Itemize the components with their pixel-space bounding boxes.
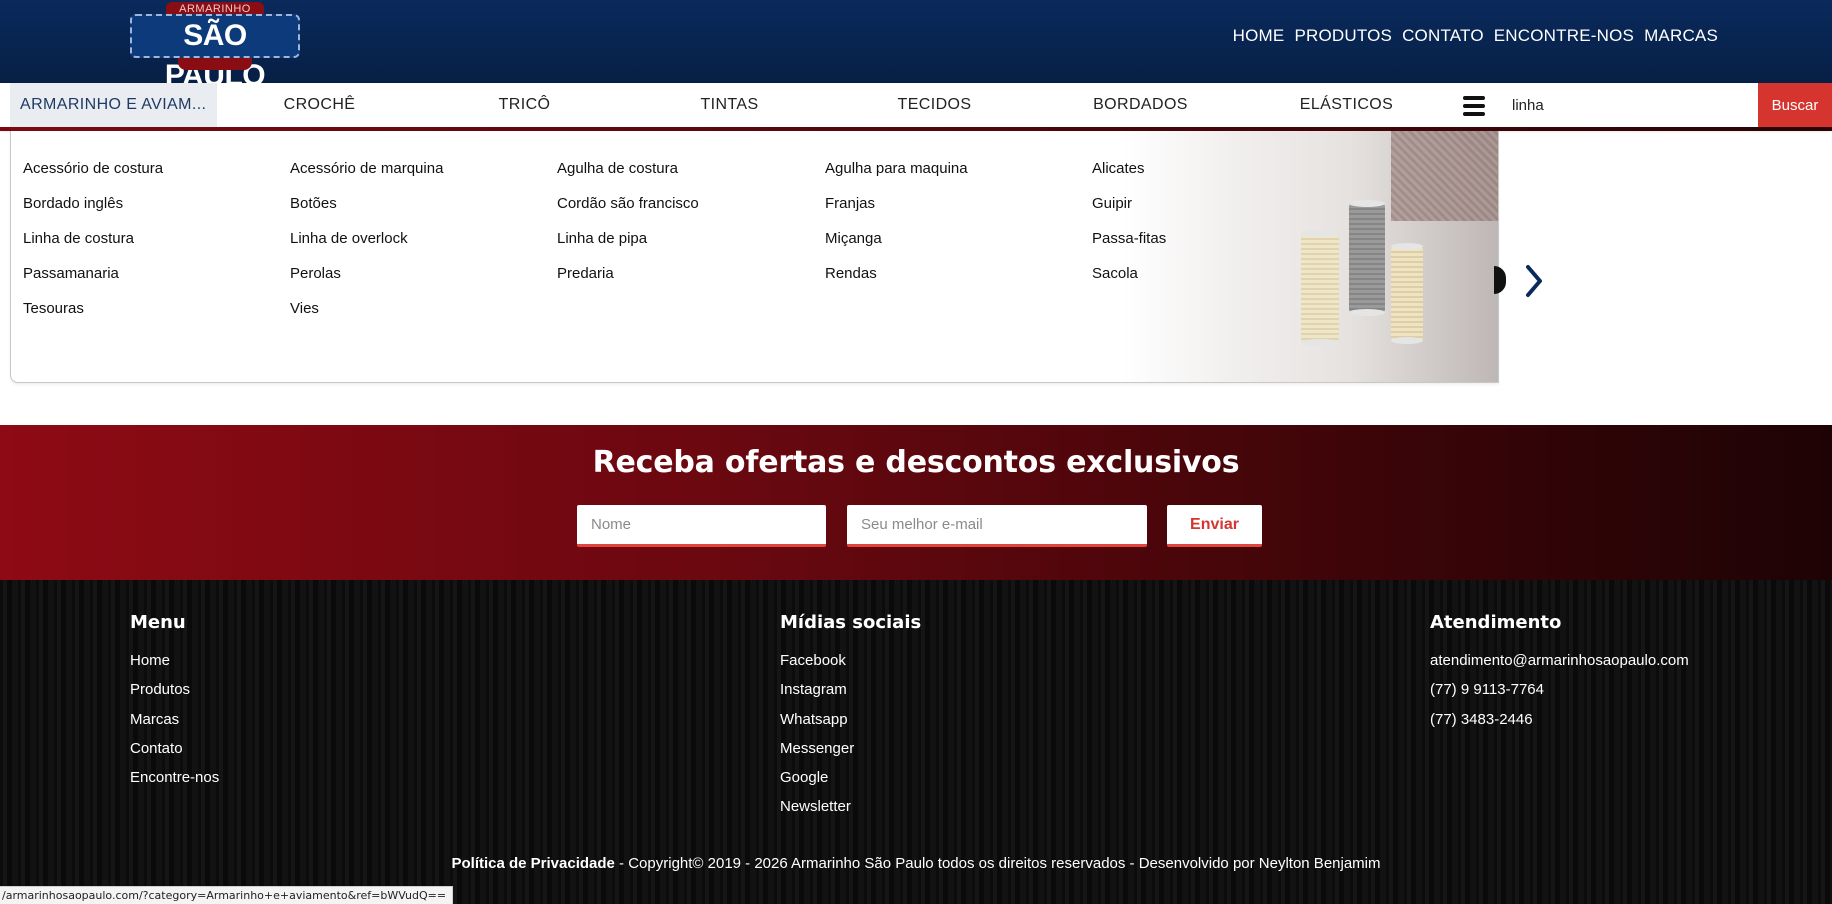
dropdown-item[interactable]: Acessório de costura — [23, 160, 163, 177]
dropdown-item[interactable]: Vies — [290, 300, 319, 317]
main-nav: HOME PRODUTOS CONTATO ENCONTRE-NOS MARCA… — [1233, 26, 1718, 46]
privacy-policy-link[interactable]: Política de Privacidade — [451, 855, 614, 872]
dropdown-item[interactable]: Linha de costura — [23, 230, 134, 247]
browser-status-url: /armarinhosaopaulo.com/?category=Armarin… — [0, 886, 454, 904]
logo-main-text: SÃO PAULO — [130, 14, 300, 92]
dropdown-item[interactable]: Perolas — [290, 265, 341, 282]
logo-ribbon — [178, 58, 252, 70]
footer-menu-title: Menu — [130, 612, 186, 633]
footer-support-title: Atendimento — [1430, 612, 1562, 633]
footer-link-marcas[interactable]: Marcas — [130, 711, 179, 728]
footer-link-home[interactable]: Home — [130, 652, 170, 669]
footer-link-produtos[interactable]: Produtos — [130, 681, 190, 698]
nav-encontre-nos[interactable]: ENCONTRE-NOS — [1494, 26, 1634, 46]
dropdown-item[interactable]: Sacola — [1092, 265, 1138, 282]
nav-contato[interactable]: CONTATO — [1402, 26, 1484, 46]
dropdown-item[interactable]: Linha de overlock — [290, 230, 408, 247]
dropdown-item[interactable]: Miçanga — [825, 230, 882, 247]
dropdown-item[interactable]: Linha de pipa — [557, 230, 647, 247]
newsletter-section: Receba ofertas e descontos exclusivos En… — [0, 425, 1832, 580]
dropdown-item[interactable]: Passamanaria — [23, 265, 119, 282]
newsletter-email-input[interactable] — [847, 505, 1147, 547]
footer-phone-landline[interactable]: (77) 3483-2446 — [1430, 711, 1533, 728]
dropdown-item[interactable]: Tesouras — [23, 300, 84, 317]
newsletter-submit-button[interactable]: Enviar — [1167, 505, 1262, 547]
spool-cream-small — [1391, 243, 1423, 344]
copyright-text: - Copyright© 2019 - 2026 Armarinho São P… — [614, 855, 1381, 872]
thread-spools-image — [1121, 131, 1498, 382]
category-dropdown: Acessório de costura Bordado inglês Linh… — [10, 131, 1499, 383]
search-input[interactable] — [1500, 83, 1758, 127]
fabric-texture — [1391, 131, 1498, 221]
dropdown-item[interactable]: Acessório de marquina — [290, 160, 443, 177]
dropdown-item[interactable]: Predaria — [557, 265, 614, 282]
footer-link-whatsapp[interactable]: Whatsapp — [780, 711, 848, 728]
footer-link-encontre-nos[interactable]: Encontre-nos — [130, 769, 219, 786]
category-bar: ARMARINHO E AVIAM... CROCHÊ TRICÔ TINTAS… — [0, 83, 1832, 129]
footer-link-newsletter[interactable]: Newsletter — [780, 798, 851, 815]
footer-phone-mobile[interactable]: (77) 9 9113-7764 — [1430, 681, 1544, 698]
dropdown-item[interactable]: Botões — [290, 195, 337, 212]
footer-link-messenger[interactable]: Messenger — [780, 740, 854, 757]
newsletter-title: Receba ofertas e descontos exclusivos — [592, 445, 1240, 480]
nav-produtos[interactable]: PRODUTOS — [1294, 26, 1392, 46]
dropdown-item[interactable]: Guipir — [1092, 195, 1132, 212]
category-trico[interactable]: TRICÔ — [422, 83, 627, 127]
copyright-line: Política de Privacidade - Copyright© 201… — [0, 855, 1832, 872]
dropdown-item[interactable]: Passa-fitas — [1092, 230, 1166, 247]
chevron-right-icon[interactable] — [1524, 264, 1544, 298]
category-tintas[interactable]: TINTAS — [627, 83, 832, 127]
site-logo[interactable]: ARMARINHO SÃO PAULO — [130, 2, 300, 92]
site-footer: Menu Home Produtos Marcas Contato Encont… — [0, 580, 1832, 904]
footer-email-link[interactable]: atendimento@armarinhosaopaulo.com — [1430, 652, 1689, 669]
spool-cream — [1301, 230, 1339, 346]
site-header: ARMARINHO SÃO PAULO HOME PRODUTOS CONTAT… — [0, 0, 1832, 92]
dropdown-item[interactable]: Agulha de costura — [557, 160, 678, 177]
dropdown-item[interactable]: Franjas — [825, 195, 875, 212]
footer-link-instagram[interactable]: Instagram — [780, 681, 847, 698]
newsletter-name-input[interactable] — [577, 505, 826, 547]
nav-home[interactable]: HOME — [1233, 26, 1285, 46]
category-croche[interactable]: CROCHÊ — [217, 83, 422, 127]
dropdown-item[interactable]: Agulha para maquina — [825, 160, 968, 177]
dropdown-item[interactable]: Bordado inglês — [23, 195, 123, 212]
search-button[interactable]: Buscar — [1758, 83, 1832, 127]
footer-link-google[interactable]: Google — [780, 769, 828, 786]
menu-icon[interactable] — [1463, 96, 1485, 116]
category-tecidos[interactable]: TECIDOS — [832, 83, 1037, 127]
carousel-partial-icon — [1494, 266, 1506, 294]
category-elasticos[interactable]: ELÁSTICOS — [1244, 83, 1449, 127]
footer-link-facebook[interactable]: Facebook — [780, 652, 846, 669]
dropdown-item[interactable]: Cordão são francisco — [557, 195, 699, 212]
dropdown-item[interactable]: Alicates — [1092, 160, 1145, 177]
category-armarinho[interactable]: ARMARINHO E AVIAM... — [10, 83, 217, 127]
nav-marcas[interactable]: MARCAS — [1644, 26, 1718, 46]
spool-gray — [1349, 200, 1385, 316]
category-bordados[interactable]: BORDADOS — [1037, 83, 1244, 127]
footer-social-title: Mídias sociais — [780, 612, 922, 633]
footer-link-contato[interactable]: Contato — [130, 740, 183, 757]
dropdown-item[interactable]: Rendas — [825, 265, 877, 282]
